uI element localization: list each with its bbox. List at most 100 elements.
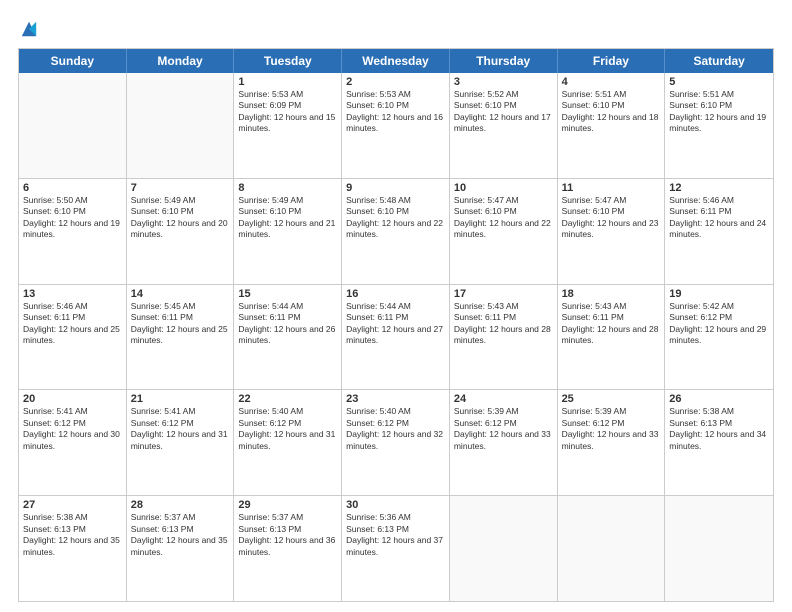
calendar-cell — [127, 73, 235, 178]
day-number: 6 — [23, 182, 122, 194]
day-number: 22 — [238, 393, 337, 405]
calendar-cell — [19, 73, 127, 178]
day-info: Sunrise: 5:38 AM Sunset: 6:13 PM Dayligh… — [23, 512, 122, 558]
day-info: Sunrise: 5:51 AM Sunset: 6:10 PM Dayligh… — [562, 89, 661, 135]
day-number: 27 — [23, 499, 122, 511]
weekday-header-saturday: Saturday — [665, 49, 773, 73]
day-number: 8 — [238, 182, 337, 194]
calendar-cell: 7Sunrise: 5:49 AM Sunset: 6:10 PM Daylig… — [127, 179, 235, 284]
calendar-cell: 6Sunrise: 5:50 AM Sunset: 6:10 PM Daylig… — [19, 179, 127, 284]
calendar-cell: 13Sunrise: 5:46 AM Sunset: 6:11 PM Dayli… — [19, 285, 127, 390]
day-info: Sunrise: 5:47 AM Sunset: 6:10 PM Dayligh… — [454, 195, 553, 241]
calendar-cell: 22Sunrise: 5:40 AM Sunset: 6:12 PM Dayli… — [234, 390, 342, 495]
day-info: Sunrise: 5:49 AM Sunset: 6:10 PM Dayligh… — [238, 195, 337, 241]
day-info: Sunrise: 5:44 AM Sunset: 6:11 PM Dayligh… — [238, 301, 337, 347]
day-info: Sunrise: 5:40 AM Sunset: 6:12 PM Dayligh… — [346, 406, 445, 452]
day-info: Sunrise: 5:42 AM Sunset: 6:12 PM Dayligh… — [669, 301, 769, 347]
calendar-cell: 21Sunrise: 5:41 AM Sunset: 6:12 PM Dayli… — [127, 390, 235, 495]
calendar: SundayMondayTuesdayWednesdayThursdayFrid… — [18, 48, 774, 602]
day-info: Sunrise: 5:37 AM Sunset: 6:13 PM Dayligh… — [238, 512, 337, 558]
calendar-cell — [558, 496, 666, 601]
day-number: 17 — [454, 288, 553, 300]
calendar-cell: 17Sunrise: 5:43 AM Sunset: 6:11 PM Dayli… — [450, 285, 558, 390]
day-number: 12 — [669, 182, 769, 194]
calendar-cell: 10Sunrise: 5:47 AM Sunset: 6:10 PM Dayli… — [450, 179, 558, 284]
day-info: Sunrise: 5:50 AM Sunset: 6:10 PM Dayligh… — [23, 195, 122, 241]
calendar-body: 1Sunrise: 5:53 AM Sunset: 6:09 PM Daylig… — [19, 73, 773, 601]
calendar-cell: 5Sunrise: 5:51 AM Sunset: 6:10 PM Daylig… — [665, 73, 773, 178]
page: SundayMondayTuesdayWednesdayThursdayFrid… — [0, 0, 792, 612]
calendar-cell: 25Sunrise: 5:39 AM Sunset: 6:12 PM Dayli… — [558, 390, 666, 495]
calendar-cell: 30Sunrise: 5:36 AM Sunset: 6:13 PM Dayli… — [342, 496, 450, 601]
day-number: 2 — [346, 76, 445, 88]
day-info: Sunrise: 5:47 AM Sunset: 6:10 PM Dayligh… — [562, 195, 661, 241]
day-info: Sunrise: 5:43 AM Sunset: 6:11 PM Dayligh… — [562, 301, 661, 347]
day-info: Sunrise: 5:46 AM Sunset: 6:11 PM Dayligh… — [669, 195, 769, 241]
day-number: 30 — [346, 499, 445, 511]
day-number: 18 — [562, 288, 661, 300]
day-info: Sunrise: 5:53 AM Sunset: 6:09 PM Dayligh… — [238, 89, 337, 135]
day-number: 5 — [669, 76, 769, 88]
day-info: Sunrise: 5:53 AM Sunset: 6:10 PM Dayligh… — [346, 89, 445, 135]
calendar-cell: 2Sunrise: 5:53 AM Sunset: 6:10 PM Daylig… — [342, 73, 450, 178]
day-info: Sunrise: 5:36 AM Sunset: 6:13 PM Dayligh… — [346, 512, 445, 558]
day-number: 13 — [23, 288, 122, 300]
day-number: 11 — [562, 182, 661, 194]
day-info: Sunrise: 5:39 AM Sunset: 6:12 PM Dayligh… — [562, 406, 661, 452]
day-number: 25 — [562, 393, 661, 405]
day-info: Sunrise: 5:41 AM Sunset: 6:12 PM Dayligh… — [23, 406, 122, 452]
day-number: 10 — [454, 182, 553, 194]
calendar-cell: 4Sunrise: 5:51 AM Sunset: 6:10 PM Daylig… — [558, 73, 666, 178]
day-number: 16 — [346, 288, 445, 300]
weekday-header-thursday: Thursday — [450, 49, 558, 73]
calendar-cell: 8Sunrise: 5:49 AM Sunset: 6:10 PM Daylig… — [234, 179, 342, 284]
calendar-cell: 19Sunrise: 5:42 AM Sunset: 6:12 PM Dayli… — [665, 285, 773, 390]
day-number: 24 — [454, 393, 553, 405]
calendar-cell — [665, 496, 773, 601]
weekday-header-monday: Monday — [127, 49, 235, 73]
day-number: 20 — [23, 393, 122, 405]
calendar-cell: 12Sunrise: 5:46 AM Sunset: 6:11 PM Dayli… — [665, 179, 773, 284]
calendar-cell: 14Sunrise: 5:45 AM Sunset: 6:11 PM Dayli… — [127, 285, 235, 390]
day-info: Sunrise: 5:41 AM Sunset: 6:12 PM Dayligh… — [131, 406, 230, 452]
day-info: Sunrise: 5:39 AM Sunset: 6:12 PM Dayligh… — [454, 406, 553, 452]
day-info: Sunrise: 5:49 AM Sunset: 6:10 PM Dayligh… — [131, 195, 230, 241]
day-number: 26 — [669, 393, 769, 405]
day-info: Sunrise: 5:38 AM Sunset: 6:13 PM Dayligh… — [669, 406, 769, 452]
day-info: Sunrise: 5:40 AM Sunset: 6:12 PM Dayligh… — [238, 406, 337, 452]
calendar-cell: 1Sunrise: 5:53 AM Sunset: 6:09 PM Daylig… — [234, 73, 342, 178]
day-number: 23 — [346, 393, 445, 405]
day-number: 29 — [238, 499, 337, 511]
header — [18, 18, 774, 38]
day-info: Sunrise: 5:44 AM Sunset: 6:11 PM Dayligh… — [346, 301, 445, 347]
calendar-header: SundayMondayTuesdayWednesdayThursdayFrid… — [19, 49, 773, 73]
day-number: 4 — [562, 76, 661, 88]
weekday-header-friday: Friday — [558, 49, 666, 73]
day-number: 19 — [669, 288, 769, 300]
calendar-cell: 29Sunrise: 5:37 AM Sunset: 6:13 PM Dayli… — [234, 496, 342, 601]
calendar-cell: 24Sunrise: 5:39 AM Sunset: 6:12 PM Dayli… — [450, 390, 558, 495]
calendar-cell: 11Sunrise: 5:47 AM Sunset: 6:10 PM Dayli… — [558, 179, 666, 284]
day-number: 21 — [131, 393, 230, 405]
calendar-cell: 15Sunrise: 5:44 AM Sunset: 6:11 PM Dayli… — [234, 285, 342, 390]
logo-icon — [20, 20, 38, 38]
calendar-row-3: 20Sunrise: 5:41 AM Sunset: 6:12 PM Dayli… — [19, 389, 773, 495]
day-info: Sunrise: 5:52 AM Sunset: 6:10 PM Dayligh… — [454, 89, 553, 135]
calendar-row-2: 13Sunrise: 5:46 AM Sunset: 6:11 PM Dayli… — [19, 284, 773, 390]
day-number: 7 — [131, 182, 230, 194]
calendar-row-4: 27Sunrise: 5:38 AM Sunset: 6:13 PM Dayli… — [19, 495, 773, 601]
calendar-cell: 27Sunrise: 5:38 AM Sunset: 6:13 PM Dayli… — [19, 496, 127, 601]
calendar-cell: 23Sunrise: 5:40 AM Sunset: 6:12 PM Dayli… — [342, 390, 450, 495]
weekday-header-wednesday: Wednesday — [342, 49, 450, 73]
day-number: 1 — [238, 76, 337, 88]
day-number: 3 — [454, 76, 553, 88]
calendar-cell: 20Sunrise: 5:41 AM Sunset: 6:12 PM Dayli… — [19, 390, 127, 495]
calendar-row-1: 6Sunrise: 5:50 AM Sunset: 6:10 PM Daylig… — [19, 178, 773, 284]
day-info: Sunrise: 5:45 AM Sunset: 6:11 PM Dayligh… — [131, 301, 230, 347]
calendar-cell: 18Sunrise: 5:43 AM Sunset: 6:11 PM Dayli… — [558, 285, 666, 390]
day-info: Sunrise: 5:48 AM Sunset: 6:10 PM Dayligh… — [346, 195, 445, 241]
day-number: 9 — [346, 182, 445, 194]
day-number: 15 — [238, 288, 337, 300]
calendar-cell: 16Sunrise: 5:44 AM Sunset: 6:11 PM Dayli… — [342, 285, 450, 390]
day-info: Sunrise: 5:37 AM Sunset: 6:13 PM Dayligh… — [131, 512, 230, 558]
